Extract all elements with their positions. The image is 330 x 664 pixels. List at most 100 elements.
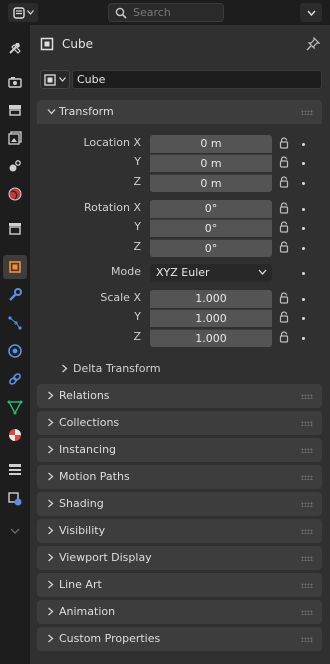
view-layer-icon <box>8 131 22 145</box>
drag-handle-icon[interactable] <box>301 583 313 588</box>
lock-icon[interactable] <box>279 176 289 188</box>
keyframe-dot[interactable] <box>302 298 305 301</box>
pin-icon[interactable] <box>306 37 320 51</box>
shading-panel[interactable]: Shading <box>37 492 322 516</box>
keyframe-dot[interactable] <box>302 317 305 320</box>
drag-handle-icon[interactable] <box>301 110 313 115</box>
lock-icon[interactable] <box>279 241 289 253</box>
scale-y-field[interactable]: 1.000 <box>150 309 272 327</box>
drag-handle-icon[interactable] <box>301 610 313 615</box>
object-browse-button[interactable] <box>40 70 70 89</box>
lock-icon[interactable] <box>279 292 289 304</box>
tab-object[interactable] <box>3 255 27 279</box>
scale-z-field[interactable]: 1.000 <box>150 329 272 347</box>
keyframe-dot[interactable] <box>302 182 305 185</box>
rotation-mode-select[interactable]: XYZ Euler <box>150 264 272 282</box>
transform-body: Location X 0 m Y 0 m Z 0 m Rotation X 0°… <box>37 124 322 381</box>
rotation-y-field[interactable]: 0° <box>150 219 272 237</box>
tab-render[interactable] <box>3 70 27 94</box>
tab-tool[interactable] <box>3 36 27 60</box>
scale-x-label: Scale X <box>100 291 141 304</box>
object-name-field[interactable]: Cube <box>72 70 322 89</box>
tab-output[interactable] <box>3 98 27 122</box>
drag-handle-icon[interactable] <box>301 502 313 507</box>
keyframe-dot[interactable] <box>302 208 305 211</box>
tab-object-data[interactable] <box>3 395 27 419</box>
keyframe-dot[interactable] <box>302 227 305 230</box>
chevron-down-icon <box>306 10 316 16</box>
tab-collection[interactable] <box>3 216 27 240</box>
chevron-right-icon <box>48 472 54 481</box>
viewport-display-panel[interactable]: Viewport Display <box>37 546 322 570</box>
tab-shader-fx[interactable] <box>3 487 27 511</box>
panel-title: Instancing <box>59 443 117 456</box>
delta-transform-subpanel[interactable]: Delta Transform <box>73 362 161 375</box>
instancing-panel[interactable]: Instancing <box>37 438 322 462</box>
chevron-right-icon[interactable] <box>61 364 68 373</box>
particles-icon <box>8 316 22 330</box>
location-x-field[interactable]: 0 m <box>150 135 272 153</box>
shader-fx-icon <box>8 492 22 506</box>
scale-x-field[interactable]: 1.000 <box>150 290 272 308</box>
location-z-label: Z <box>133 175 141 188</box>
tab-material[interactable] <box>3 423 27 447</box>
tab-scene[interactable] <box>3 154 27 178</box>
drag-handle-icon[interactable] <box>301 475 313 480</box>
drag-handle-icon[interactable] <box>301 448 313 453</box>
collections-panel[interactable]: Collections <box>37 411 322 435</box>
texture-icon <box>9 464 21 475</box>
collection-icon <box>9 223 21 235</box>
tab-world[interactable] <box>3 182 27 206</box>
drag-handle-icon[interactable] <box>301 394 313 399</box>
object-icon <box>9 261 21 273</box>
tab-view-layer[interactable] <box>3 126 27 150</box>
lock-icon[interactable] <box>279 156 289 168</box>
tabs-scroll-down[interactable] <box>3 519 27 543</box>
editor-type-button[interactable] <box>8 3 38 22</box>
chevron-right-icon <box>48 418 54 427</box>
line-art-panel[interactable]: Line Art <box>37 573 322 597</box>
location-z-field[interactable]: 0 m <box>150 174 272 192</box>
chevron-down-icon <box>47 109 56 115</box>
lock-icon[interactable] <box>279 221 289 233</box>
scale-y-label: Y <box>134 310 141 323</box>
panel-title: Motion Paths <box>59 470 130 483</box>
tab-texture[interactable] <box>3 457 27 481</box>
panel-title: Relations <box>59 389 110 402</box>
location-y-field[interactable]: 0 m <box>150 154 272 172</box>
motion-paths-panel[interactable]: Motion Paths <box>37 465 322 489</box>
drag-handle-icon[interactable] <box>301 421 313 426</box>
object-name-label: Cube <box>62 37 93 51</box>
keyframe-dot[interactable] <box>302 162 305 165</box>
keyframe-dot[interactable] <box>302 272 305 275</box>
lock-icon[interactable] <box>279 202 289 214</box>
tab-particles[interactable] <box>3 311 27 335</box>
options-dropdown-button[interactable] <box>300 3 322 22</box>
relations-panel[interactable]: Relations <box>37 384 322 408</box>
keyframe-dot[interactable] <box>302 247 305 250</box>
keyframe-dot[interactable] <box>302 143 305 146</box>
keyframe-dot[interactable] <box>302 337 305 340</box>
animation-panel[interactable]: Animation <box>37 600 322 624</box>
rotation-mode-label: Mode <box>111 265 141 278</box>
custom-properties-panel[interactable]: Custom Properties <box>37 627 322 651</box>
drag-handle-icon[interactable] <box>301 556 313 561</box>
chevron-right-icon <box>48 445 54 454</box>
transform-panel-header[interactable]: Transform <box>37 100 322 124</box>
properties-area: Cube Cube Transform Location X 0 m Y 0 m <box>30 25 330 664</box>
rotation-z-field[interactable]: 0° <box>150 239 272 257</box>
object-icon <box>40 37 54 51</box>
tab-physics[interactable] <box>3 339 27 363</box>
rotation-z-label: Z <box>133 240 141 253</box>
drag-handle-icon[interactable] <box>301 529 313 534</box>
visibility-panel[interactable]: Visibility <box>37 519 322 543</box>
lock-icon[interactable] <box>279 311 289 323</box>
rotation-x-field[interactable]: 0° <box>150 200 272 218</box>
tab-modifiers[interactable] <box>3 283 27 307</box>
lock-icon[interactable] <box>279 331 289 343</box>
lock-icon[interactable] <box>279 137 289 149</box>
drag-handle-icon[interactable] <box>301 637 313 642</box>
search-placeholder: Search <box>133 6 171 19</box>
search-input[interactable]: Search <box>108 3 224 22</box>
tab-constraints[interactable] <box>3 367 27 391</box>
